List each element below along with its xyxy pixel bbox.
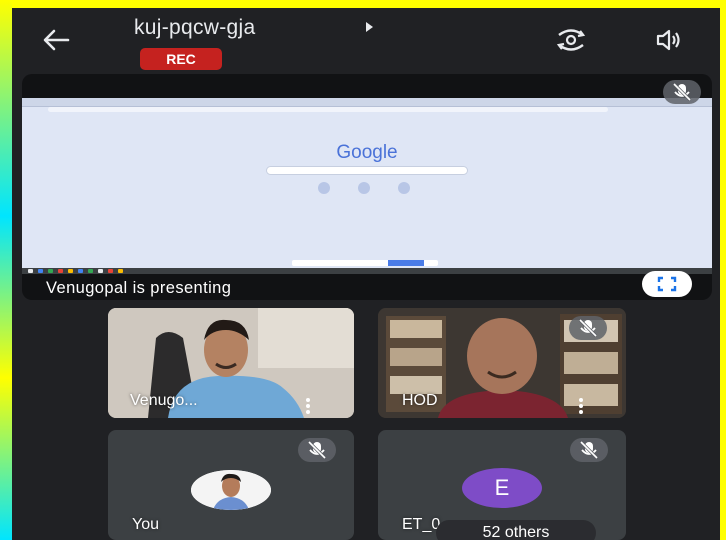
shared-browser-tabs xyxy=(22,98,712,107)
taskbar-icon xyxy=(78,269,83,273)
audio-output-button[interactable] xyxy=(652,24,688,56)
shared-address-bar xyxy=(48,107,608,112)
shared-shortcut xyxy=(358,182,370,194)
shared-shortcut xyxy=(398,182,410,194)
recording-badge: REC xyxy=(140,48,222,70)
taskbar-icon xyxy=(48,269,53,273)
presentation-tile[interactable]: Google Venugopal is presenting xyxy=(22,74,712,300)
avatar: E xyxy=(462,468,542,508)
participant-tile-hod[interactable]: HOD xyxy=(378,308,626,418)
avatar xyxy=(191,470,271,510)
participant-tile-you[interactable]: You xyxy=(108,430,354,540)
participant-name: Venugo... xyxy=(130,392,198,409)
muted-badge xyxy=(298,438,336,462)
taskbar-icon xyxy=(58,269,63,273)
taskbar-icon xyxy=(68,269,73,273)
shared-google-logo: Google xyxy=(336,142,398,163)
presenter-label: Venugopal is presenting xyxy=(46,279,232,297)
mic-off-icon xyxy=(672,82,692,102)
taskbar-icon xyxy=(98,269,103,273)
speaker-icon xyxy=(656,29,680,51)
others-count-pill[interactable]: 52 others xyxy=(436,520,596,540)
meeting-info-caret-icon[interactable] xyxy=(366,22,373,32)
participant-name: ET_0 xyxy=(402,516,441,533)
camera-switch-icon xyxy=(556,29,586,51)
more-options-icon[interactable] xyxy=(305,396,311,416)
user-photo-icon xyxy=(191,470,271,510)
participant-name: You xyxy=(132,516,159,533)
taskbar-icon xyxy=(88,269,93,273)
fullscreen-button[interactable] xyxy=(642,271,692,297)
taskbar-icon xyxy=(118,269,123,273)
mic-off-icon xyxy=(578,318,598,338)
arrow-left-icon xyxy=(43,29,70,51)
meet-call-screen: kuj-pqcw-gja REC Google Venugopal is pre… xyxy=(12,8,720,540)
taskbar-icon xyxy=(28,269,33,273)
shared-banner-button xyxy=(388,260,424,266)
participant-name: HOD xyxy=(402,392,438,409)
muted-badge xyxy=(570,438,608,462)
taskbar-icon xyxy=(108,269,113,273)
participant-tile-venugopal[interactable]: Venugo... xyxy=(108,308,354,418)
fullscreen-icon xyxy=(657,276,677,292)
participant-tile-others[interactable]: E ET_0 52 others xyxy=(378,430,626,540)
shared-shortcut xyxy=(318,182,330,194)
taskbar-icon xyxy=(38,269,43,273)
call-header: kuj-pqcw-gja REC xyxy=(12,8,720,74)
more-options-icon[interactable] xyxy=(578,396,584,416)
shared-screen: Google xyxy=(22,98,712,268)
mic-off-icon xyxy=(307,440,327,460)
meeting-code[interactable]: kuj-pqcw-gja xyxy=(134,16,255,40)
shared-search-box xyxy=(266,166,468,175)
shared-taskbar xyxy=(22,268,712,274)
screen-border xyxy=(0,0,12,540)
mic-off-icon xyxy=(579,440,599,460)
switch-camera-button[interactable] xyxy=(554,24,588,56)
presenter-muted-badge xyxy=(663,80,701,104)
muted-badge xyxy=(569,316,607,340)
back-button[interactable] xyxy=(36,24,76,56)
